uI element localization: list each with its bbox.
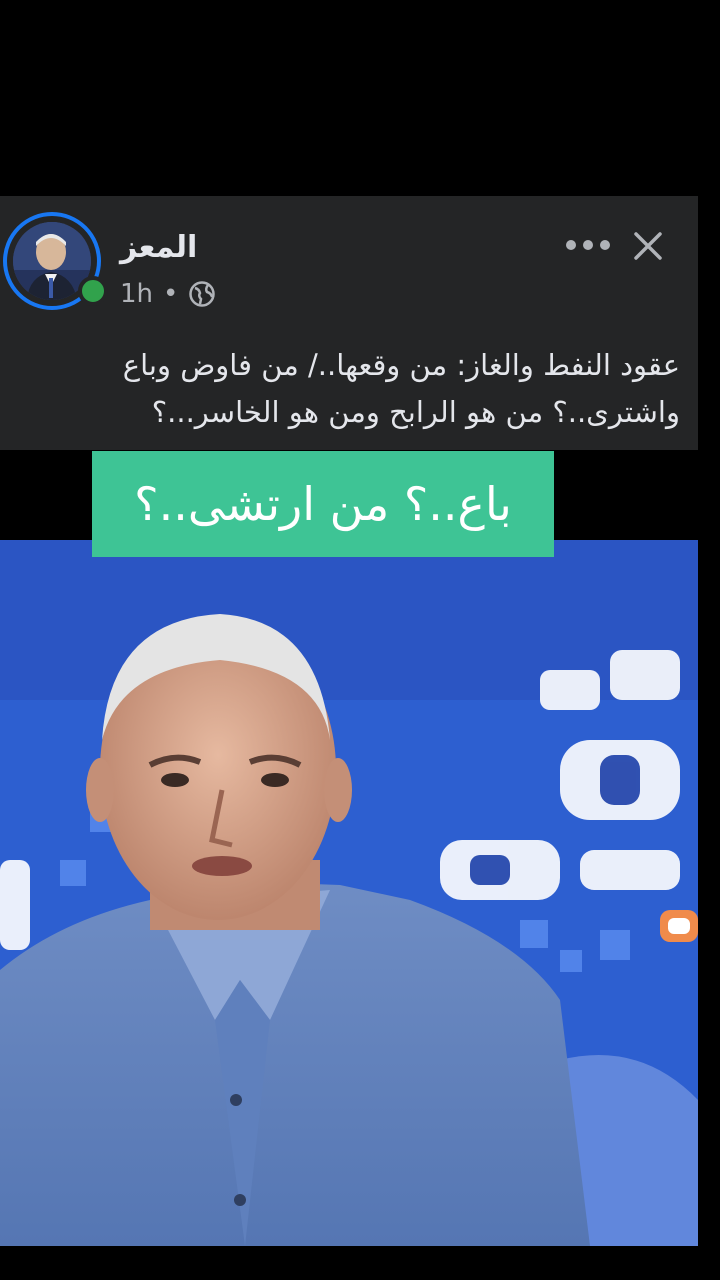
online-status-indicator [78, 276, 108, 306]
author-name[interactable]: المعز [120, 230, 197, 265]
close-icon [634, 232, 662, 260]
video-player[interactable] [0, 540, 698, 1246]
more-options-button[interactable] [562, 228, 614, 262]
meta-separator: • [163, 279, 179, 309]
post-text: عقود النفط والغاز: من وقعها../ من فاوض و… [122, 348, 680, 429]
more-options-icon [583, 240, 593, 250]
video-caption: باع..؟ من ارتشى..؟ [134, 477, 512, 531]
close-button[interactable] [628, 226, 668, 266]
globe-icon[interactable] [188, 280, 216, 308]
more-options-icon [566, 240, 576, 250]
more-options-icon [600, 240, 610, 250]
video-caption-box: باع..؟ من ارتشى..؟ [92, 451, 554, 557]
video-frame-image [0, 540, 698, 1246]
post-time[interactable]: 1h [120, 279, 153, 309]
author-avatar-group[interactable] [0, 196, 120, 326]
post-meta: 1h • [120, 276, 216, 312]
